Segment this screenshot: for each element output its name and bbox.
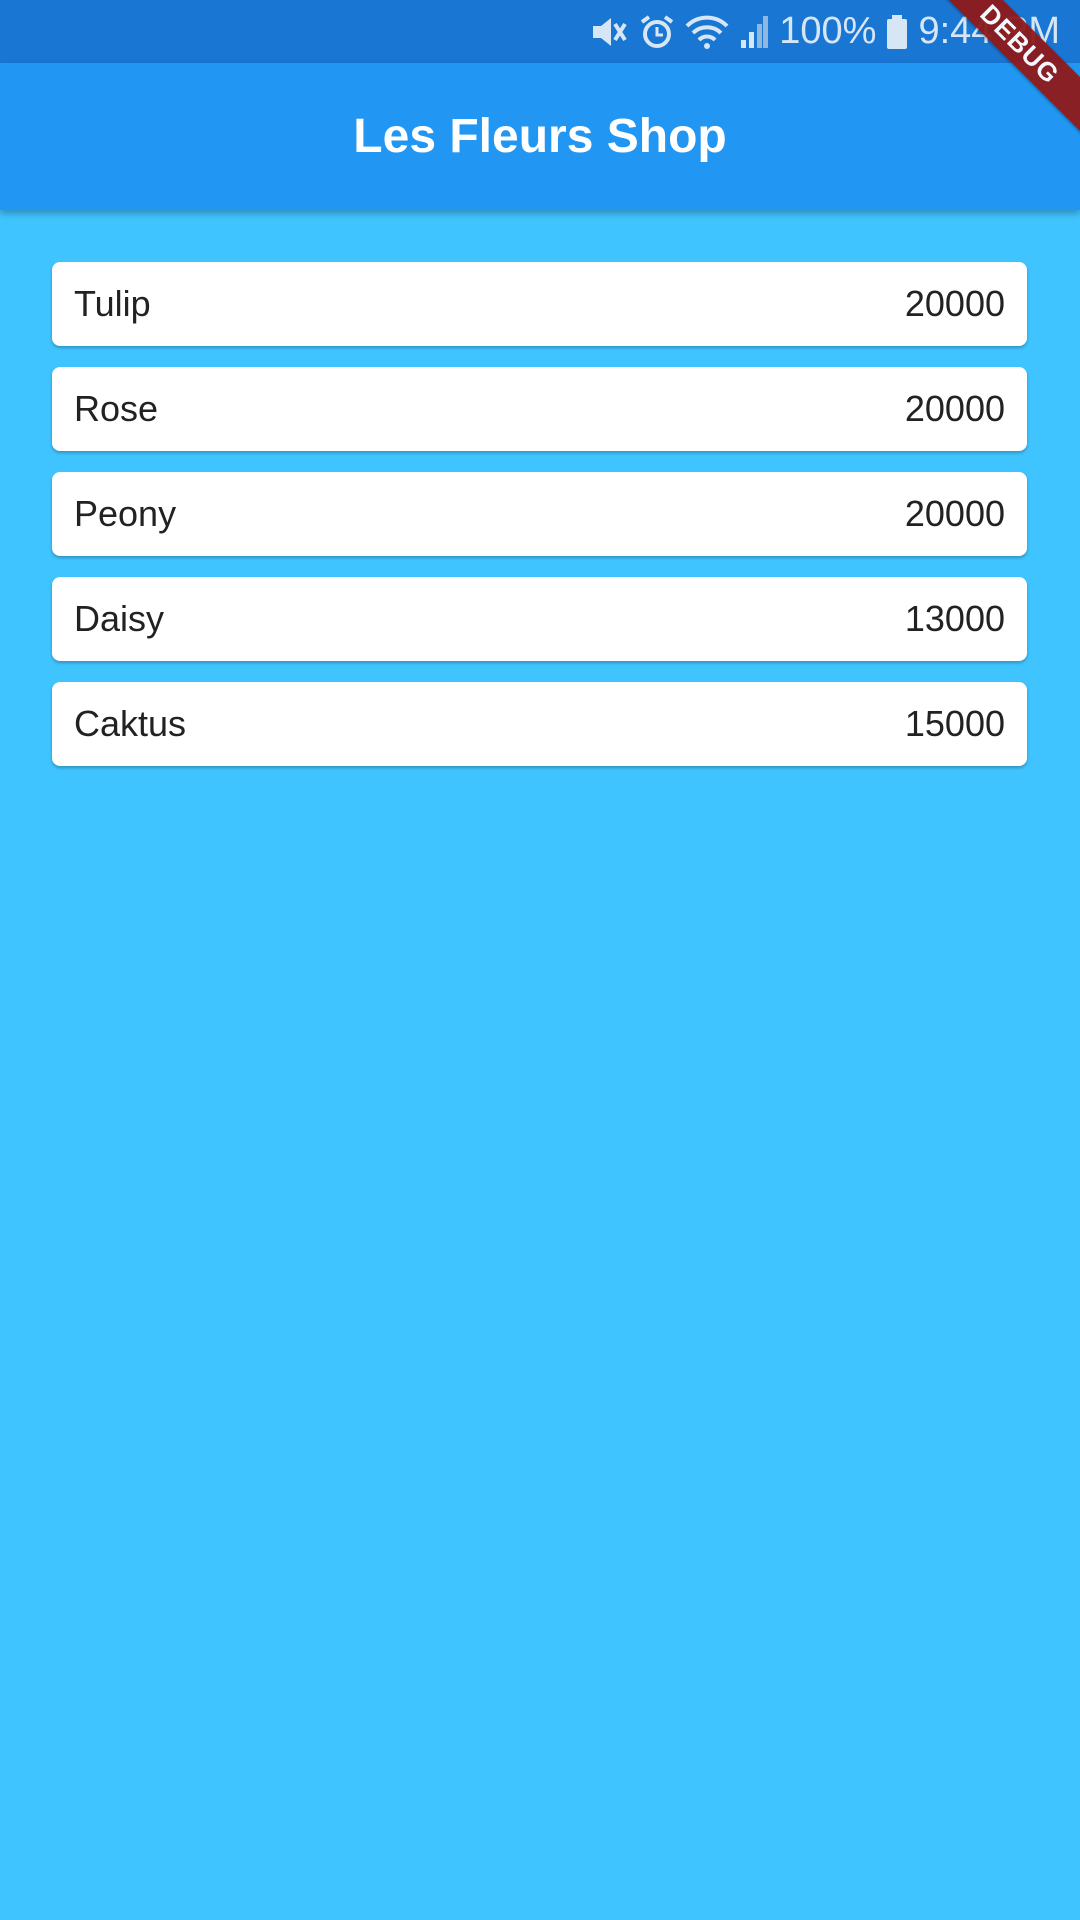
list-item[interactable]: Tulip 20000 — [52, 262, 1027, 346]
flower-name: Peony — [74, 493, 177, 534]
flower-name: Tulip — [74, 283, 151, 324]
wifi-icon — [685, 14, 729, 50]
list-item[interactable]: Caktus 15000 — [52, 682, 1027, 766]
app-bar: Les Fleurs Shop — [0, 63, 1080, 210]
flower-price: 13000 — [904, 598, 1005, 639]
flower-price: 15000 — [904, 703, 1005, 744]
battery-percent: 100% — [779, 10, 877, 52]
list-item[interactable]: Rose 20000 — [52, 367, 1027, 451]
flower-price: 20000 — [904, 493, 1005, 534]
signal-icon — [739, 14, 769, 50]
flower-name: Daisy — [74, 598, 165, 639]
flower-name: Caktus — [74, 703, 187, 744]
mute-icon — [589, 14, 629, 50]
flower-price: 20000 — [904, 388, 1005, 429]
list-item[interactable]: Daisy 13000 — [52, 577, 1027, 661]
flower-name: Rose — [74, 388, 159, 429]
battery-icon — [886, 14, 908, 50]
list-item[interactable]: Peony 20000 — [52, 472, 1027, 556]
page-title: Les Fleurs Shop — [353, 110, 727, 163]
alarm-icon — [639, 14, 675, 50]
flower-list: Tulip 20000 Rose 20000 Peony 20000 Daisy… — [52, 262, 1027, 787]
flower-price: 20000 — [904, 283, 1005, 324]
status-bar: 100% 9:44 PM — [0, 0, 1080, 63]
